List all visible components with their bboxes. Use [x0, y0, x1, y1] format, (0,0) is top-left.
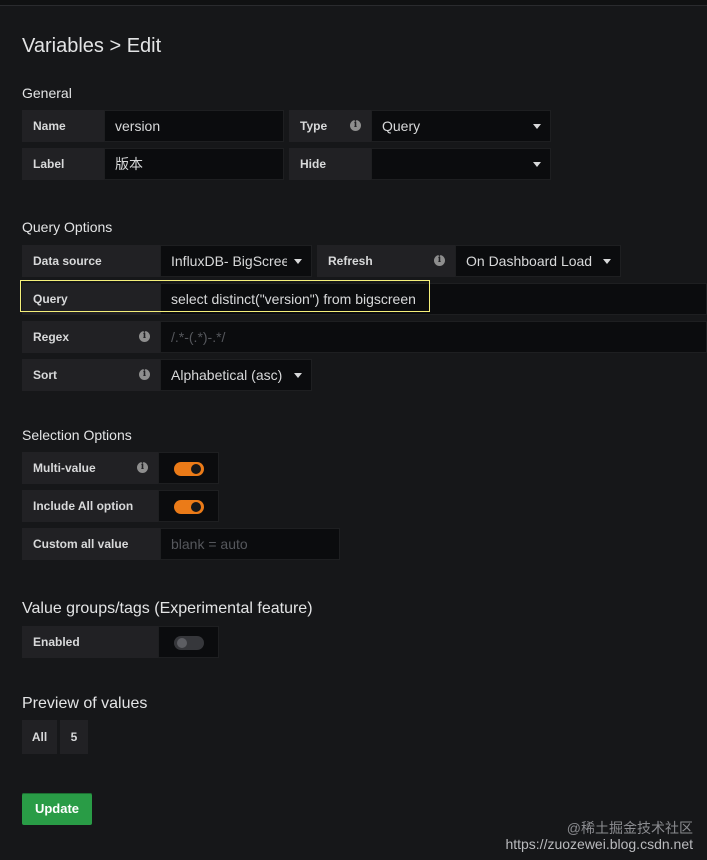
- label-label: Label: [22, 148, 104, 180]
- info-icon[interactable]: i: [137, 462, 148, 473]
- info-icon[interactable]: i: [139, 369, 150, 380]
- general-section-title: General: [22, 85, 72, 101]
- name-input[interactable]: version: [104, 110, 284, 142]
- include-all-toggle[interactable]: [174, 500, 204, 514]
- regex-label-text: Regex: [33, 330, 70, 344]
- sort-select-value: Alphabetical (asc): [171, 367, 283, 383]
- chevron-down-icon: [603, 259, 611, 264]
- query-options-title: Query Options: [22, 219, 113, 235]
- multi-value-label: Multi-value i: [22, 452, 158, 484]
- watermark-line2: https://zuozewei.blog.csdn.net: [505, 836, 693, 852]
- datasource-label: Data source: [22, 245, 160, 277]
- watermark-line1: @稀土掘金技术社区: [566, 820, 693, 836]
- chevron-down-icon: [533, 162, 541, 167]
- enabled-toggle[interactable]: [174, 636, 204, 650]
- datasource-select[interactable]: InfluxDB- BigScreen: [160, 245, 312, 277]
- toggle-knob: [177, 638, 187, 648]
- enabled-label: Enabled: [22, 626, 158, 658]
- info-icon[interactable]: i: [434, 255, 445, 266]
- multi-value-label-text: Multi-value: [33, 461, 96, 475]
- preview-title: Preview of values: [22, 695, 148, 712]
- toggle-knob: [191, 464, 201, 474]
- preview-value: 5: [60, 720, 88, 754]
- toggle-knob: [191, 502, 201, 512]
- type-label-text: Type: [300, 119, 328, 133]
- chevron-down-icon: [294, 373, 302, 378]
- chevron-down-icon: [533, 124, 541, 129]
- datasource-select-value: InfluxDB- BigScreen: [171, 253, 287, 269]
- query-input[interactable]: select distinct("version") from bigscree…: [160, 283, 707, 315]
- type-select[interactable]: Query: [371, 110, 551, 142]
- sort-label: Sort i: [22, 359, 160, 391]
- chevron-down-icon: [294, 259, 302, 264]
- refresh-label: Refresh i: [317, 245, 455, 277]
- custom-all-input[interactable]: blank = auto: [160, 528, 340, 560]
- refresh-select[interactable]: On Dashboard Load: [455, 245, 621, 277]
- regex-input[interactable]: /.*-(.*)-.*/: [160, 321, 707, 353]
- label-input[interactable]: 版本: [104, 148, 284, 180]
- hide-select[interactable]: [371, 148, 551, 180]
- preview-value: All: [22, 720, 57, 754]
- multi-value-toggle[interactable]: [174, 462, 204, 476]
- sort-label-text: Sort: [33, 368, 57, 382]
- enabled-toggle-box: [158, 626, 219, 658]
- name-label: Name: [22, 110, 104, 142]
- value-groups-title: Value groups/tags (Experimental feature): [22, 600, 313, 617]
- include-all-label: Include All option: [22, 490, 158, 522]
- top-bar: [0, 0, 707, 6]
- page-title: Variables > Edit: [22, 35, 162, 57]
- hide-label: Hide: [289, 148, 371, 180]
- multi-value-toggle-box: [158, 452, 219, 484]
- custom-all-label: Custom all value: [22, 528, 160, 560]
- selection-options-title: Selection Options: [22, 427, 132, 443]
- query-label: Query: [22, 283, 160, 315]
- info-icon[interactable]: i: [350, 120, 361, 131]
- info-icon[interactable]: i: [139, 331, 150, 342]
- refresh-select-value: On Dashboard Load: [466, 253, 593, 269]
- regex-label: Regex i: [22, 321, 160, 353]
- include-all-toggle-box: [158, 490, 219, 522]
- type-select-value: Query: [382, 118, 421, 134]
- type-label: Type i: [289, 110, 371, 142]
- sort-select[interactable]: Alphabetical (asc): [160, 359, 312, 391]
- refresh-label-text: Refresh: [328, 254, 373, 268]
- update-button[interactable]: Update: [22, 793, 92, 825]
